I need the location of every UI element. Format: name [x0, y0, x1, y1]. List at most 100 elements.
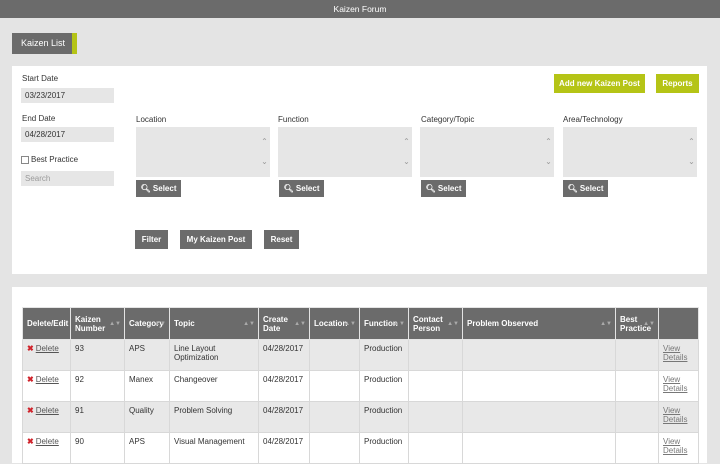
topic-cell: Visual Management [169, 432, 259, 464]
tab-kaizen-list[interactable]: Kaizen List [12, 33, 77, 54]
location-cell [309, 401, 360, 433]
location-select-button[interactable]: 🔍︎ Select [136, 180, 181, 197]
end-date-label: End Date [22, 114, 56, 123]
function-cell: Production [359, 339, 409, 371]
view-details-link[interactable]: View Details [663, 375, 687, 393]
category-listbox[interactable]: ⌃ ⌄ [420, 127, 554, 177]
contact-cell [408, 432, 463, 464]
date-cell: 04/28/2017 [258, 401, 310, 433]
table-row: ✖ Delete 91 Quality Problem Solving 04/28… [22, 401, 699, 433]
function-cell: Production [359, 370, 409, 402]
filter-button[interactable]: Filter [135, 230, 168, 249]
start-date-field[interactable]: 03/23/2017 [21, 88, 114, 103]
add-kaizen-post-button[interactable]: Add new Kaizen Post [554, 74, 645, 93]
delete-icon[interactable]: ✖ [27, 437, 34, 446]
view-details-cell: View Details [658, 432, 699, 464]
sort-icon: ▲▼ [154, 321, 166, 327]
window-title: Kaizen Forum [0, 0, 720, 18]
location-cell [309, 339, 360, 371]
kaizen-number: 91 [70, 401, 125, 433]
category-cell: APS [124, 432, 170, 464]
scroll-arrows-icon[interactable]: ⌃ ⌄ [687, 132, 696, 172]
col-header[interactable]: Kaizen Number ▲▼ [70, 307, 125, 340]
delete-link[interactable]: Delete [36, 344, 59, 353]
view-details-cell: View Details [658, 339, 699, 371]
best-practice-cell [615, 339, 659, 371]
delete-link[interactable]: Delete [36, 375, 59, 384]
delete-cell: ✖ Delete [22, 401, 71, 433]
function-listbox[interactable]: ⌃ ⌄ [278, 127, 412, 177]
view-details-cell: View Details [658, 401, 699, 433]
reports-button[interactable]: Reports [656, 74, 699, 93]
category-select-button[interactable]: 🔍︎ Select [421, 180, 466, 197]
scroll-arrows-icon[interactable]: ⌃ ⌄ [260, 132, 269, 172]
reset-button[interactable]: Reset [264, 230, 299, 249]
sort-icon: ▲▼ [643, 321, 655, 327]
best-practice-cell [615, 432, 659, 464]
sort-icon: ▲▼ [243, 321, 255, 327]
best-practice-label: Best Practice [31, 155, 79, 164]
col-header[interactable]: Function ▲▼ [359, 307, 409, 340]
problem-cell [462, 370, 616, 402]
view-details-link[interactable]: View Details [663, 437, 687, 455]
col-header[interactable]: Contact Person ▲▼ [408, 307, 463, 340]
contact-cell [408, 401, 463, 433]
location-cell [309, 370, 360, 402]
kaizen-number: 93 [70, 339, 125, 371]
my-kaizen-post-button[interactable]: My Kaizen Post [180, 230, 252, 249]
scroll-arrows-icon[interactable]: ⌃ ⌄ [402, 132, 411, 172]
tab-accent [72, 33, 77, 54]
category-cell: APS [124, 339, 170, 371]
function-cell: Production [359, 401, 409, 433]
col-header[interactable]: Best Practice ▲▼ [615, 307, 659, 340]
category-cell: Manex [124, 370, 170, 402]
col-header[interactable]: Category ▲▼ [124, 307, 170, 340]
col-header[interactable]: Location ▲▼ [309, 307, 360, 340]
table-row: ✖ Delete 90 APS Visual Management 04/28/2… [22, 432, 699, 464]
delete-icon[interactable]: ✖ [27, 406, 34, 415]
sort-icon: ▲▼ [344, 321, 356, 327]
category-cell: Quality [124, 401, 170, 433]
date-cell: 04/28/2017 [258, 432, 310, 464]
search-input[interactable]: Search [21, 171, 114, 186]
area-listbox[interactable]: ⌃ ⌄ [563, 127, 697, 177]
table-row: ✖ Delete 93 APS Line Layout Optimization … [22, 339, 699, 371]
sort-icon: ▲▼ [294, 321, 306, 327]
search-icon: 🔍︎ [567, 184, 578, 193]
col-header[interactable]: Problem Observed ▲▼ [462, 307, 616, 340]
best-practice-checkbox[interactable] [21, 156, 29, 164]
view-details-link[interactable]: View Details [663, 344, 687, 362]
contact-cell [408, 370, 463, 402]
date-cell: 04/28/2017 [258, 370, 310, 402]
date-cell: 04/28/2017 [258, 339, 310, 371]
location-listbox[interactable]: ⌃ ⌄ [136, 127, 270, 177]
function-label: Function [278, 115, 309, 124]
search-icon: 🔍︎ [140, 184, 151, 193]
sort-icon: ▲▼ [600, 321, 612, 327]
area-select-button[interactable]: 🔍︎ Select [563, 180, 608, 197]
function-cell: Production [359, 432, 409, 464]
topic-cell: Line Layout Optimization [169, 339, 259, 371]
kaizen-number: 90 [70, 432, 125, 464]
function-select-button[interactable]: 🔍︎ Select [279, 180, 324, 197]
col-header[interactable]: Delete/Edit [22, 307, 71, 340]
delete-icon[interactable]: ✖ [27, 344, 34, 353]
delete-link[interactable]: Delete [36, 437, 59, 446]
search-icon: 🔍︎ [425, 184, 436, 193]
location-label: Location [136, 115, 167, 124]
topic-cell: Problem Solving [169, 401, 259, 433]
delete-cell: ✖ Delete [22, 339, 71, 371]
sort-icon: ▲▼ [393, 321, 405, 327]
view-details-link[interactable]: View Details [663, 406, 687, 424]
delete-cell: ✖ Delete [22, 370, 71, 402]
sort-icon: ▲▼ [109, 321, 121, 327]
problem-cell [462, 339, 616, 371]
scroll-arrows-icon[interactable]: ⌃ ⌄ [544, 132, 553, 172]
delete-link[interactable]: Delete [36, 406, 59, 415]
search-icon: 🔍︎ [283, 184, 294, 193]
col-header[interactable]: Topic ▲▼ [169, 307, 259, 340]
view-details-cell: View Details [658, 370, 699, 402]
delete-icon[interactable]: ✖ [27, 375, 34, 384]
col-header[interactable]: Create Date ▲▼ [258, 307, 310, 340]
end-date-field[interactable]: 04/28/2017 [21, 127, 114, 142]
